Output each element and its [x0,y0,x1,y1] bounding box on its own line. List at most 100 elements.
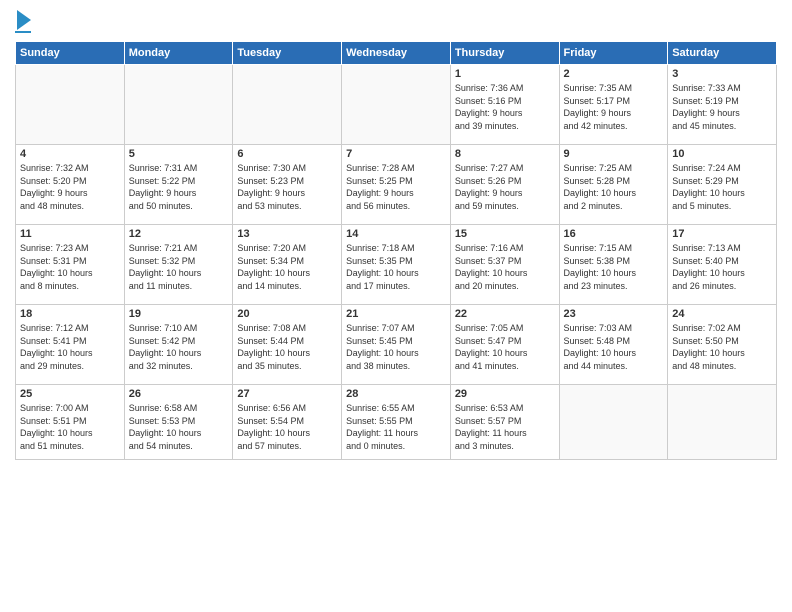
week-row-4: 25Sunrise: 7:00 AM Sunset: 5:51 PM Dayli… [16,385,777,460]
calendar-cell: 20 Sunrise: 7:08 AM Sunset: 5:44 PM Dayli… [233,305,342,385]
header-cell-friday: Friday [559,42,668,65]
calendar-cell [559,385,668,460]
day-number: 2 [564,68,664,80]
day-number: 15 [455,228,555,240]
day-number: 20 [237,308,337,320]
day-info: Sunrise: 7:36 AM Sunset: 5:16 PM Dayligh… [455,82,555,132]
day-info: Sunrise: 7:20 AM Sunset: 5:34 PM Dayligh… [237,242,337,292]
day-number: 21 [346,308,446,320]
day-info: Sunrise: 7:16 AM Sunset: 5:37 PM Dayligh… [455,242,555,292]
day-info: Sunrise: 7:33 AM Sunset: 5:19 PM Dayligh… [672,82,772,132]
day-number: 18 [20,308,120,320]
calendar-cell: 7 Sunrise: 7:28 AM Sunset: 5:25 PM Daylig… [342,145,451,225]
calendar-cell: 23 Sunrise: 7:03 AM Sunset: 5:48 PM Dayli… [559,305,668,385]
day-number: 24 [672,308,772,320]
day-info: Sunrise: 7:28 AM Sunset: 5:25 PM Dayligh… [346,162,446,212]
calendar-cell: 2 Sunrise: 7:35 AM Sunset: 5:17 PM Daylig… [559,65,668,145]
day-number: 10 [672,148,772,160]
day-number: 12 [129,228,229,240]
calendar-cell: 27 Sunrise: 6:56 AM Sunset: 5:54 PM Dayli… [233,385,342,460]
week-row-3: 18 Sunrise: 7:12 AM Sunset: 5:41 PM Dayli… [16,305,777,385]
day-info: Sunrise: 7:32 AM Sunset: 5:20 PM Dayligh… [20,162,120,212]
day-info: Sunrise: 7:24 AM Sunset: 5:29 PM Dayligh… [672,162,772,212]
calendar-cell: 5 Sunrise: 7:31 AM Sunset: 5:22 PM Daylig… [124,145,233,225]
calendar-cell: 10 Sunrise: 7:24 AM Sunset: 5:29 PM Dayli… [668,145,777,225]
day-number: 7 [346,148,446,160]
day-info: Sunrise: 7:13 AM Sunset: 5:40 PM Dayligh… [672,242,772,292]
day-info: Sunrise: 7:08 AM Sunset: 5:44 PM Dayligh… [237,322,337,372]
day-number: 11 [20,228,120,240]
day-number: 26 [129,388,229,400]
calendar-cell: 18 Sunrise: 7:12 AM Sunset: 5:41 PM Dayli… [16,305,125,385]
day-number: 9 [564,148,664,160]
calendar-cell: 6 Sunrise: 7:30 AM Sunset: 5:23 PM Daylig… [233,145,342,225]
calendar-cell: 28 Sunrise: 6:55 AM Sunset: 5:55 PM Dayli… [342,385,451,460]
day-number: 16 [564,228,664,240]
day-number: 3 [672,68,772,80]
header-cell-monday: Monday [124,42,233,65]
calendar-cell: 24 Sunrise: 7:02 AM Sunset: 5:50 PM Dayli… [668,305,777,385]
header-cell-saturday: Saturday [668,42,777,65]
day-number: 5 [129,148,229,160]
day-info: Sunrise: 7:30 AM Sunset: 5:23 PM Dayligh… [237,162,337,212]
day-info: Sunrise: 6:56 AM Sunset: 5:54 PM Dayligh… [237,402,337,452]
day-number: 4 [20,148,120,160]
day-info: Sunrise: 7:35 AM Sunset: 5:17 PM Dayligh… [564,82,664,132]
header-cell-thursday: Thursday [450,42,559,65]
header-cell-tuesday: Tuesday [233,42,342,65]
calendar-cell: 21 Sunrise: 7:07 AM Sunset: 5:45 PM Dayli… [342,305,451,385]
calendar-cell: 16 Sunrise: 7:15 AM Sunset: 5:38 PM Dayli… [559,225,668,305]
header-cell-sunday: Sunday [16,42,125,65]
calendar-cell: 4 Sunrise: 7:32 AM Sunset: 5:20 PM Daylig… [16,145,125,225]
day-number: 8 [455,148,555,160]
calendar-cell [233,65,342,145]
logo-text [15,10,31,30]
logo-underline [15,31,31,33]
day-info: Sunrise: 7:03 AM Sunset: 5:48 PM Dayligh… [564,322,664,372]
calendar-cell [342,65,451,145]
day-info: Sunrise: 7:18 AM Sunset: 5:35 PM Dayligh… [346,242,446,292]
day-info: Sunrise: 7:27 AM Sunset: 5:26 PM Dayligh… [455,162,555,212]
day-info: Sunrise: 7:10 AM Sunset: 5:42 PM Dayligh… [129,322,229,372]
day-info: Sunrise: 7:21 AM Sunset: 5:32 PM Dayligh… [129,242,229,292]
calendar-cell: 22 Sunrise: 7:05 AM Sunset: 5:47 PM Dayli… [450,305,559,385]
logo [15,10,31,33]
day-info: Sunrise: 7:07 AM Sunset: 5:45 PM Dayligh… [346,322,446,372]
day-info: Sunrise: 6:53 AM Sunset: 5:57 PM Dayligh… [455,402,555,452]
calendar-cell: 25Sunrise: 7:00 AM Sunset: 5:51 PM Dayli… [16,385,125,460]
calendar-cell: 12 Sunrise: 7:21 AM Sunset: 5:32 PM Dayli… [124,225,233,305]
day-number: 1 [455,68,555,80]
calendar-cell: 9Sunrise: 7:25 AM Sunset: 5:28 PM Daylig… [559,145,668,225]
day-info: Sunrise: 7:02 AM Sunset: 5:50 PM Dayligh… [672,322,772,372]
day-number: 22 [455,308,555,320]
calendar: SundayMondayTuesdayWednesdayThursdayFrid… [15,41,777,460]
day-number: 28 [346,388,446,400]
day-number: 27 [237,388,337,400]
day-number: 17 [672,228,772,240]
day-number: 19 [129,308,229,320]
day-number: 13 [237,228,337,240]
day-number: 25 [20,388,120,400]
day-number: 29 [455,388,555,400]
day-info: Sunrise: 6:58 AM Sunset: 5:53 PM Dayligh… [129,402,229,452]
day-info: Sunrise: 7:31 AM Sunset: 5:22 PM Dayligh… [129,162,229,212]
day-info: Sunrise: 6:55 AM Sunset: 5:55 PM Dayligh… [346,402,446,452]
header [15,10,777,33]
week-row-0: 1 Sunrise: 7:36 AM Sunset: 5:16 PM Daylig… [16,65,777,145]
day-number: 6 [237,148,337,160]
day-number: 23 [564,308,664,320]
calendar-cell [668,385,777,460]
header-row: SundayMondayTuesdayWednesdayThursdayFrid… [16,42,777,65]
calendar-cell [124,65,233,145]
calendar-cell: 8 Sunrise: 7:27 AM Sunset: 5:26 PM Daylig… [450,145,559,225]
calendar-cell: 26 Sunrise: 6:58 AM Sunset: 5:53 PM Dayli… [124,385,233,460]
calendar-cell: 11 Sunrise: 7:23 AM Sunset: 5:31 PM Dayli… [16,225,125,305]
calendar-cell: 14Sunrise: 7:18 AM Sunset: 5:35 PM Dayli… [342,225,451,305]
calendar-cell: 29 Sunrise: 6:53 AM Sunset: 5:57 PM Dayli… [450,385,559,460]
day-info: Sunrise: 7:05 AM Sunset: 5:47 PM Dayligh… [455,322,555,372]
calendar-cell: 19 Sunrise: 7:10 AM Sunset: 5:42 PM Dayli… [124,305,233,385]
day-info: Sunrise: 7:15 AM Sunset: 5:38 PM Dayligh… [564,242,664,292]
day-info: Sunrise: 7:12 AM Sunset: 5:41 PM Dayligh… [20,322,120,372]
week-row-2: 11 Sunrise: 7:23 AM Sunset: 5:31 PM Dayli… [16,225,777,305]
day-info: Sunrise: 7:23 AM Sunset: 5:31 PM Dayligh… [20,242,120,292]
